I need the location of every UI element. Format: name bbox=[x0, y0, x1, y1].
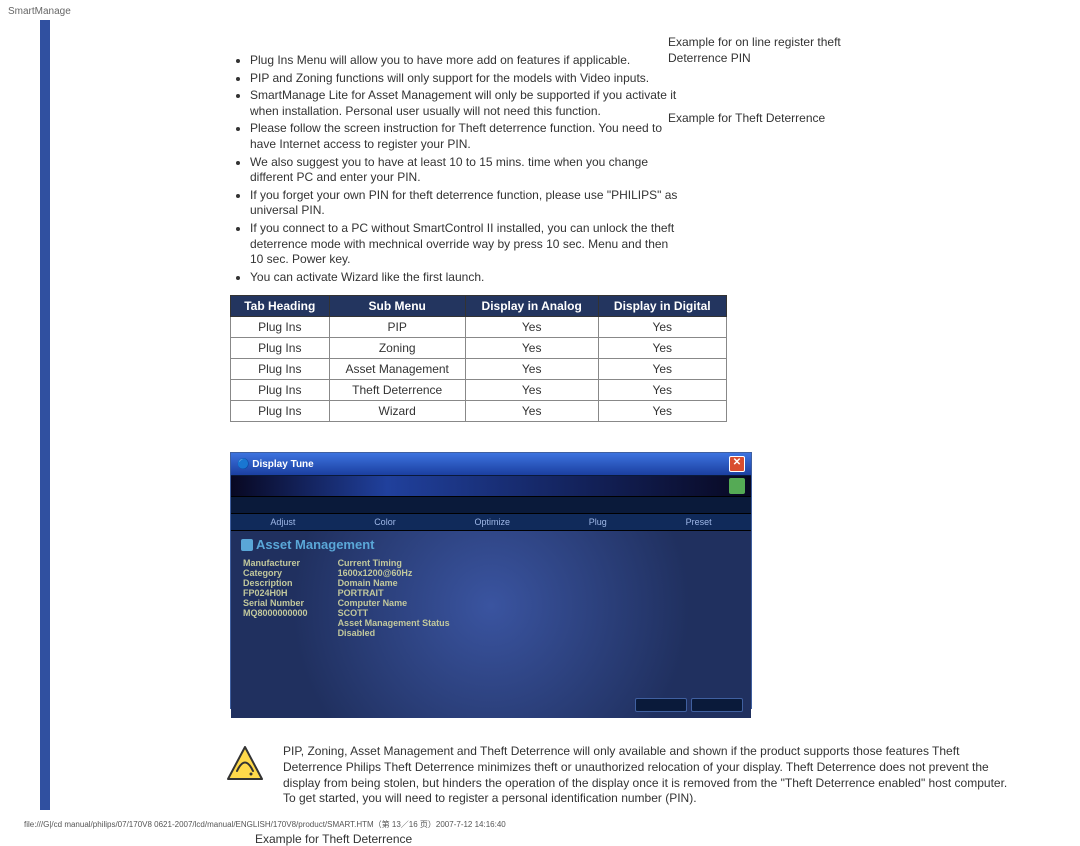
main-content: Plug Ins Menu will allow you to have mor… bbox=[70, 53, 1050, 846]
close-icon[interactable]: ✕ bbox=[729, 456, 745, 472]
note-text: PIP, Zoning, Asset Management and Theft … bbox=[283, 744, 1010, 806]
toolbar-row bbox=[231, 497, 751, 514]
window-titlebar: 🔵 Display Tune ✕ bbox=[231, 453, 751, 476]
display-tune-screenshot: 🔵 Display Tune ✕ Adjust Color Optimize P… bbox=[230, 452, 752, 709]
tab-preset[interactable]: Preset bbox=[686, 517, 712, 527]
bullet-list: Plug Ins Menu will allow you to have mor… bbox=[250, 53, 678, 285]
plugin-table: Tab Heading Sub Menu Display in Analog D… bbox=[230, 295, 727, 422]
col-sub-menu: Sub Menu bbox=[329, 296, 465, 317]
example-text-1: Example for on line register theft Deter… bbox=[668, 35, 868, 66]
window-banner bbox=[231, 476, 751, 497]
list-item: If you connect to a PC without SmartCont… bbox=[250, 221, 678, 268]
table-row: Plug Ins Asset Management Yes Yes bbox=[231, 359, 727, 380]
footer-path: file:///G|/cd manual/philips/07/170V8 06… bbox=[24, 819, 506, 830]
list-item: We also suggest you to have at least 10 … bbox=[250, 155, 678, 186]
note-block: PIP, Zoning, Asset Management and Theft … bbox=[230, 744, 1010, 806]
col-display-analog: Display in Analog bbox=[465, 296, 598, 317]
col-tab-heading: Tab Heading bbox=[231, 296, 330, 317]
list-item: PIP and Zoning functions will only suppo… bbox=[250, 71, 678, 87]
panel-title: Asset Management bbox=[241, 537, 741, 552]
example-text-2: Example for Theft Deterrence bbox=[668, 111, 868, 127]
left-sidebar bbox=[40, 20, 50, 810]
asset-panel: Asset Management Manufacturer Category D… bbox=[231, 531, 751, 718]
tab-plug[interactable]: Plug bbox=[589, 517, 607, 527]
table-row: Plug Ins Wizard Yes Yes bbox=[231, 401, 727, 422]
brand-icon bbox=[729, 478, 745, 494]
col-display-digital: Display in Digital bbox=[598, 296, 727, 317]
window-title: 🔵 Display Tune bbox=[237, 459, 314, 470]
tab-bar: Adjust Color Optimize Plug Preset bbox=[231, 514, 751, 531]
nav-button[interactable] bbox=[691, 698, 743, 712]
table-row: Plug Ins Zoning Yes Yes bbox=[231, 338, 727, 359]
info-label: Manufacturer Category Description FP024H… bbox=[243, 558, 336, 640]
tab-color[interactable]: Color bbox=[374, 517, 396, 527]
warning-icon bbox=[225, 744, 265, 784]
list-item: You can activate Wizard like the first l… bbox=[250, 270, 678, 286]
info-table: Manufacturer Category Description FP024H… bbox=[241, 556, 480, 642]
nav-buttons bbox=[635, 698, 743, 712]
tab-optimize[interactable]: Optimize bbox=[474, 517, 510, 527]
table-row: Plug Ins Theft Deterrence Yes Yes bbox=[231, 380, 727, 401]
page-header: SmartManage bbox=[0, 0, 1080, 23]
list-item: SmartManage Lite for Asset Management wi… bbox=[250, 88, 678, 119]
right-examples: Example for on line register theft Deter… bbox=[668, 35, 868, 127]
table-row: Plug Ins PIP Yes Yes bbox=[231, 317, 727, 338]
list-item: If you forget your own PIN for theft det… bbox=[250, 188, 678, 219]
tab-adjust[interactable]: Adjust bbox=[270, 517, 295, 527]
list-item: Please follow the screen instruction for… bbox=[250, 121, 678, 152]
info-label: Current Timing 1600x1200@60Hz Domain Nam… bbox=[338, 558, 478, 640]
list-item: Plug Ins Menu will allow you to have mor… bbox=[250, 53, 678, 69]
nav-button[interactable] bbox=[635, 698, 687, 712]
